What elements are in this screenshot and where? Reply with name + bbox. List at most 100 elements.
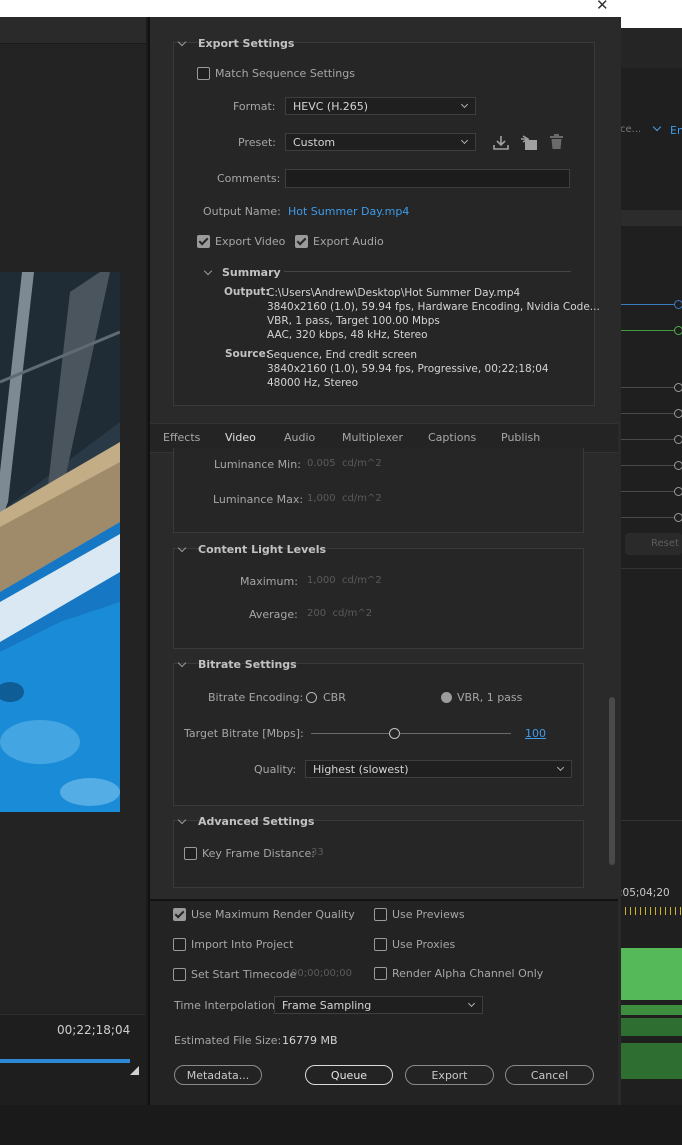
output-name-label: Output Name: bbox=[203, 205, 281, 218]
playhead-scrubber[interactable] bbox=[0, 1059, 130, 1063]
output-name-link[interactable]: Hot Summer Day.mp4 bbox=[288, 205, 409, 218]
use-proxies-checkbox[interactable] bbox=[374, 938, 387, 951]
use-proxies-label[interactable]: Use Proxies bbox=[392, 938, 455, 951]
format-value: HEVC (H.265) bbox=[293, 100, 369, 113]
status-strip bbox=[0, 1105, 682, 1145]
set-start-timecode-label[interactable]: Set Start Timecode bbox=[191, 968, 296, 981]
export-audio-label[interactable]: Export Audio bbox=[313, 235, 384, 248]
content-light-header[interactable]: Content Light Levels bbox=[198, 543, 326, 556]
average-unit: cd/m^2 bbox=[332, 608, 373, 619]
render-alpha-label[interactable]: Render Alpha Channel Only bbox=[392, 967, 543, 980]
video-track-clip[interactable] bbox=[620, 948, 682, 1000]
export-button[interactable]: Export bbox=[405, 1065, 494, 1085]
match-sequence-checkbox[interactable] bbox=[197, 67, 210, 80]
summary-source-line: 3840x2160 (1.0), 59.94 fps, Progressive,… bbox=[267, 363, 549, 375]
summary-header[interactable]: Summary bbox=[222, 266, 281, 279]
tab-publish[interactable]: Publish bbox=[501, 431, 540, 444]
keyframe-knob[interactable] bbox=[674, 300, 682, 309]
cbr-label[interactable]: CBR bbox=[323, 691, 346, 704]
param-line bbox=[620, 491, 676, 492]
keyframe-knob[interactable] bbox=[674, 326, 682, 335]
tab-audio[interactable]: Audio bbox=[284, 431, 315, 444]
keyframe-knob[interactable] bbox=[674, 409, 682, 418]
target-bitrate-slider-track[interactable] bbox=[311, 733, 511, 734]
title-bar bbox=[0, 0, 620, 17]
audio-track-clip[interactable] bbox=[620, 1018, 682, 1036]
delete-preset-icon[interactable] bbox=[549, 134, 564, 153]
audio-track-clip[interactable] bbox=[620, 1005, 682, 1015]
luminance-min-label: Luminance Min: bbox=[214, 458, 301, 471]
preset-value: Custom bbox=[293, 136, 336, 149]
param-line bbox=[620, 465, 676, 466]
scrubber-end-marker[interactable] bbox=[130, 1066, 139, 1075]
tab-video[interactable]: Video bbox=[225, 431, 256, 444]
save-preset-icon[interactable] bbox=[492, 135, 510, 154]
queue-button[interactable]: Queue bbox=[305, 1065, 393, 1085]
settings-scrollbar[interactable] bbox=[609, 697, 615, 865]
green-keyframe-line bbox=[620, 330, 676, 331]
title-bar-right bbox=[620, 0, 682, 28]
match-sequence-label[interactable]: Match Sequence Settings bbox=[215, 67, 355, 80]
keyframe-knob[interactable] bbox=[674, 435, 682, 444]
partial-link[interactable]: En bbox=[670, 124, 682, 137]
use-previews-checkbox[interactable] bbox=[374, 908, 387, 921]
param-line bbox=[620, 413, 676, 414]
render-alpha-checkbox[interactable] bbox=[374, 967, 387, 980]
export-video-checkbox[interactable] bbox=[197, 235, 210, 248]
vbr-radio[interactable] bbox=[441, 692, 452, 703]
advanced-header[interactable]: Advanced Settings bbox=[198, 815, 314, 828]
tab-multiplexer[interactable]: Multiplexer bbox=[342, 431, 403, 444]
comments-field[interactable] bbox=[285, 169, 570, 188]
chevron-down-icon bbox=[460, 100, 469, 109]
summary-output-label: Output: bbox=[224, 286, 270, 298]
target-bitrate-label: Target Bitrate [Mbps]: bbox=[184, 727, 304, 740]
tab-effects[interactable]: Effects bbox=[163, 431, 200, 444]
max-render-quality-checkbox[interactable] bbox=[173, 908, 186, 921]
cbr-radio[interactable] bbox=[306, 692, 317, 703]
keyframe-knob[interactable] bbox=[674, 487, 682, 496]
keyframe-distance-checkbox[interactable] bbox=[184, 847, 197, 860]
bitrate-header[interactable]: Bitrate Settings bbox=[198, 658, 297, 671]
keyframe-knob[interactable] bbox=[674, 461, 682, 470]
max-render-quality-label[interactable]: Use Maximum Render Quality bbox=[191, 908, 355, 921]
audio-track-clip[interactable] bbox=[620, 1043, 682, 1079]
maximum-value: 1,000 cd/m^2 bbox=[307, 575, 382, 586]
keyframe-distance-value: 33 bbox=[311, 847, 324, 858]
content-light-section bbox=[173, 548, 584, 649]
keyframe-distance-label[interactable]: Key Frame Distance: bbox=[202, 847, 315, 860]
close-icon[interactable]: ✕ bbox=[596, 0, 609, 14]
file-size-label: Estimated File Size: bbox=[174, 1034, 282, 1047]
export-audio-checkbox[interactable] bbox=[295, 235, 308, 248]
summary-output-line: VBR, 1 pass, Target 100.00 Mbps bbox=[267, 315, 440, 327]
import-into-project-checkbox[interactable] bbox=[173, 938, 186, 951]
average-number: 200 bbox=[307, 608, 327, 619]
export-video-label[interactable]: Export Video bbox=[215, 235, 285, 248]
target-bitrate-value[interactable]: 100 bbox=[525, 727, 546, 740]
target-bitrate-slider-handle[interactable] bbox=[389, 728, 400, 739]
cancel-button[interactable]: Cancel bbox=[505, 1065, 594, 1085]
use-previews-label[interactable]: Use Previews bbox=[392, 908, 465, 921]
tab-captions[interactable]: Captions bbox=[428, 431, 476, 444]
luminance-max-unit: cd/m^2 bbox=[342, 493, 382, 504]
format-dropdown[interactable]: HEVC (H.265) bbox=[285, 97, 476, 115]
keyframe-knob[interactable] bbox=[674, 513, 682, 522]
program-timecode: 00;22;18;04 bbox=[57, 1023, 131, 1037]
summary-output-line: 3840x2160 (1.0), 59.94 fps, Hardware Enc… bbox=[267, 301, 600, 313]
timeline-ruler bbox=[620, 907, 682, 915]
quality-dropdown[interactable]: Highest (slowest) bbox=[305, 760, 572, 778]
time-interpolation-dropdown[interactable]: Frame Sampling bbox=[274, 996, 483, 1014]
export-settings-header[interactable]: Export Settings bbox=[198, 37, 294, 50]
metadata-button[interactable]: Metadata... bbox=[174, 1065, 262, 1085]
divider bbox=[620, 820, 682, 821]
import-preset-icon[interactable] bbox=[520, 135, 538, 154]
preset-dropdown[interactable]: Custom bbox=[285, 133, 476, 151]
maximum-unit: cd/m^2 bbox=[342, 575, 382, 586]
import-into-project-label[interactable]: Import Into Project bbox=[191, 938, 293, 951]
chevron-down-icon bbox=[467, 999, 476, 1008]
summary-divider bbox=[284, 271, 571, 272]
keyframe-knob[interactable] bbox=[674, 383, 682, 392]
vbr-label[interactable]: VBR, 1 pass bbox=[457, 691, 522, 704]
maximum-label: Maximum: bbox=[240, 575, 298, 588]
set-start-timecode-checkbox[interactable] bbox=[173, 968, 186, 981]
luminance-min-value: 0.005 cd/m^2 bbox=[307, 458, 382, 469]
